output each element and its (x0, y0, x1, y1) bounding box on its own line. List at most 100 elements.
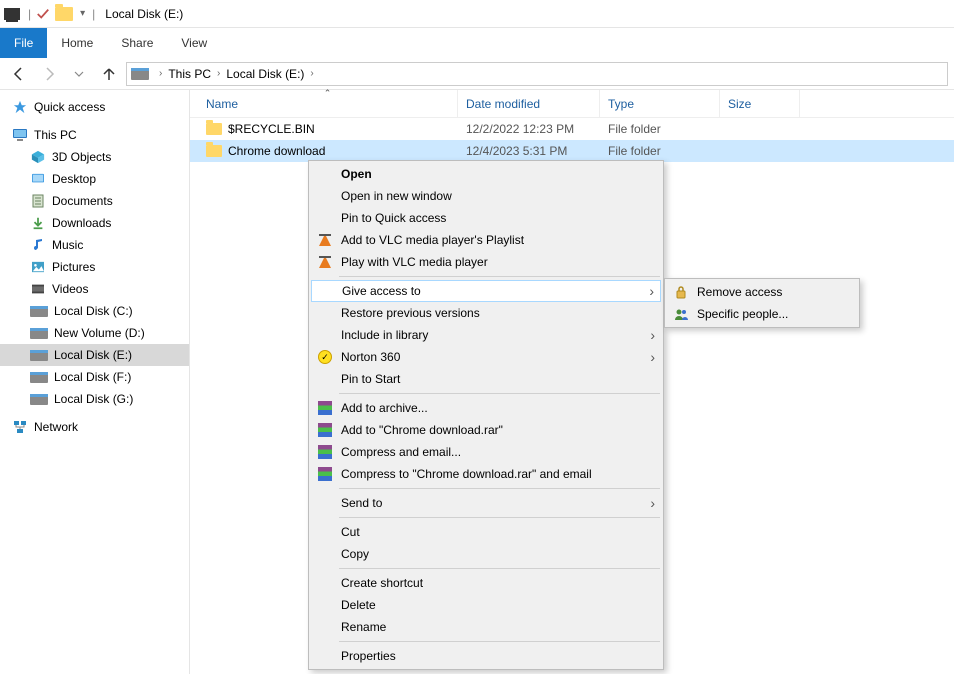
menu-send-to[interactable]: Send to› (311, 492, 661, 514)
menu-vlc-playlist[interactable]: Add to VLC media player's Playlist (311, 229, 661, 251)
sidebar-local-disk-g[interactable]: Local Disk (G:) (0, 388, 189, 410)
tab-share[interactable]: Share (107, 28, 167, 58)
sidebar-documents[interactable]: Documents (0, 190, 189, 212)
forward-button[interactable] (36, 61, 62, 87)
drive-icon (30, 394, 48, 405)
breadcrumb-current[interactable]: Local Disk (E:) (226, 67, 304, 81)
menu-restore-versions[interactable]: Restore previous versions (311, 302, 661, 324)
sidebar-3d-objects[interactable]: 3D Objects (0, 146, 189, 168)
chevron-icon[interactable]: › (310, 68, 313, 79)
menu-copy[interactable]: Copy (311, 543, 661, 565)
breadcrumb-root[interactable]: This PC (168, 67, 211, 81)
drive-icon (30, 306, 48, 317)
sidebar-videos[interactable]: Videos (0, 278, 189, 300)
sidebar-label: Local Disk (F:) (54, 370, 131, 384)
back-button[interactable] (6, 61, 32, 87)
download-icon (30, 215, 46, 231)
document-icon (30, 193, 46, 209)
new-folder-qat-icon[interactable] (55, 7, 73, 21)
column-name[interactable]: Name⌃ (198, 90, 458, 117)
column-date[interactable]: Date modified (458, 90, 600, 117)
sidebar-new-volume-d[interactable]: New Volume (D:) (0, 322, 189, 344)
submenu-remove-access[interactable]: Remove access (667, 281, 857, 303)
menu-norton[interactable]: ✓Norton 360› (311, 346, 661, 368)
sidebar-local-disk-e[interactable]: Local Disk (E:) (0, 344, 189, 366)
file-name: $RECYCLE.BIN (228, 122, 315, 136)
menu-add-archive[interactable]: Add to archive... (311, 397, 661, 419)
music-icon (30, 237, 46, 253)
column-size[interactable]: Size (720, 90, 800, 117)
sidebar-label: New Volume (D:) (54, 326, 145, 340)
submenu-specific-people[interactable]: Specific people... (667, 303, 857, 325)
chevron-right-icon: › (650, 495, 655, 511)
sidebar-network[interactable]: Network (0, 416, 189, 438)
column-headers: Name⌃ Date modified Type Size (190, 90, 954, 118)
sidebar-pictures[interactable]: Pictures (0, 256, 189, 278)
winrar-icon (317, 400, 333, 416)
qat-dropdown-icon[interactable]: ▾ (80, 8, 85, 19)
chevron-icon[interactable]: › (159, 68, 162, 79)
menu-divider (339, 517, 660, 518)
chevron-right-icon: › (649, 283, 654, 299)
menu-pin-quick-access[interactable]: Pin to Quick access (311, 207, 661, 229)
menu-open-new-window[interactable]: Open in new window (311, 185, 661, 207)
sidebar-downloads[interactable]: Downloads (0, 212, 189, 234)
navigation-pane: Quick access This PC 3D Objects Desktop … (0, 90, 190, 674)
menu-properties[interactable]: Properties (311, 645, 661, 667)
ribbon-tabs: File Home Share View (0, 28, 954, 58)
titlebar: | ▾ | Local Disk (E:) (0, 0, 954, 28)
recent-dropdown[interactable] (66, 61, 92, 87)
sidebar-label: Local Disk (G:) (54, 392, 133, 406)
menu-delete[interactable]: Delete (311, 594, 661, 616)
menu-vlc-play[interactable]: Play with VLC media player (311, 251, 661, 273)
desktop-icon (30, 171, 46, 187)
sidebar-label: 3D Objects (52, 150, 111, 164)
tab-view[interactable]: View (167, 28, 221, 58)
window-title: Local Disk (E:) (105, 7, 183, 21)
drive-icon (30, 350, 48, 361)
menu-pin-start[interactable]: Pin to Start (311, 368, 661, 390)
cube-icon (30, 149, 46, 165)
sidebar-label: Documents (52, 194, 113, 208)
app-icon (4, 8, 20, 20)
sidebar-local-disk-c[interactable]: Local Disk (C:) (0, 300, 189, 322)
menu-divider (339, 641, 660, 642)
file-date: 12/4/2023 5:31 PM (458, 144, 600, 158)
norton-icon: ✓ (317, 349, 333, 365)
drive-icon (131, 68, 149, 80)
menu-compress-rar-email[interactable]: Compress to "Chrome download.rar" and em… (311, 463, 661, 485)
column-type[interactable]: Type (600, 90, 720, 117)
menu-create-shortcut[interactable]: Create shortcut (311, 572, 661, 594)
menu-rename[interactable]: Rename (311, 616, 661, 638)
sort-indicator-icon: ⌃ (324, 88, 332, 99)
menu-divider (339, 488, 660, 489)
sidebar-label: This PC (34, 128, 77, 142)
file-name: Chrome download (228, 144, 325, 158)
chevron-icon[interactable]: › (217, 68, 220, 79)
sidebar-this-pc[interactable]: This PC (0, 124, 189, 146)
tab-home[interactable]: Home (47, 28, 107, 58)
menu-give-access-to[interactable]: Give access to› (311, 280, 661, 302)
tab-file[interactable]: File (0, 28, 47, 58)
menu-add-rar[interactable]: Add to "Chrome download.rar" (311, 419, 661, 441)
file-type: File folder (600, 144, 720, 158)
menu-divider (339, 568, 660, 569)
sidebar-quick-access[interactable]: Quick access (0, 96, 189, 118)
chevron-right-icon: › (650, 327, 655, 343)
file-row[interactable]: $RECYCLE.BIN 12/2/2022 12:23 PM File fol… (190, 118, 954, 140)
sidebar-local-disk-f[interactable]: Local Disk (F:) (0, 366, 189, 388)
menu-compress-email[interactable]: Compress and email... (311, 441, 661, 463)
properties-qat-icon[interactable] (35, 6, 51, 22)
sidebar-desktop[interactable]: Desktop (0, 168, 189, 190)
menu-cut[interactable]: Cut (311, 521, 661, 543)
vlc-icon (317, 254, 333, 270)
folder-icon (206, 145, 222, 157)
menu-include-library[interactable]: Include in library› (311, 324, 661, 346)
up-button[interactable] (96, 61, 122, 87)
file-row[interactable]: Chrome download 12/4/2023 5:31 PM File f… (190, 140, 954, 162)
menu-divider (339, 393, 660, 394)
menu-open[interactable]: Open (311, 163, 661, 185)
sidebar-label: Network (34, 420, 78, 434)
sidebar-music[interactable]: Music (0, 234, 189, 256)
address-bar[interactable]: › This PC › Local Disk (E:) › (126, 62, 948, 86)
